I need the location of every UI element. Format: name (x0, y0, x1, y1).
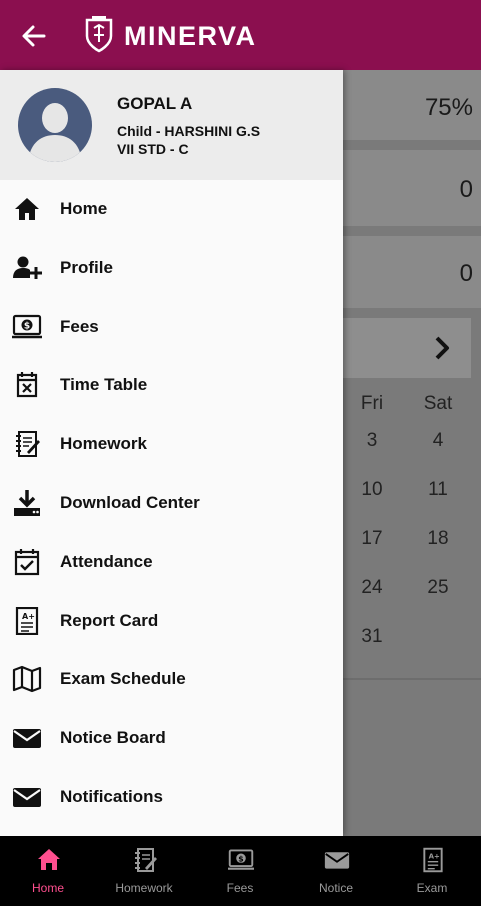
dollar-screen-icon: $ (12, 314, 42, 338)
homework-icon (16, 431, 40, 458)
calendar-day[interactable]: 10 (352, 479, 392, 501)
menu-item-label: Profile (60, 257, 113, 277)
calendar-day[interactable]: 31 (352, 626, 392, 648)
menu-item-home[interactable]: Home (0, 180, 343, 239)
calendar-day[interactable]: 25 (418, 577, 458, 599)
nav-label: Exam (416, 881, 448, 895)
calendar-day[interactable]: 18 (418, 528, 458, 550)
calendar-day[interactable]: 4 (418, 430, 458, 452)
stat-value: 0 (459, 176, 473, 203)
dollar-screen-icon: $ (228, 849, 254, 870)
report-card-icon: A+ (423, 847, 443, 873)
menu-item-label: Homework (60, 434, 147, 454)
calendar-day[interactable]: 3 (352, 430, 392, 452)
nav-label: Fees (226, 881, 254, 895)
stat-card: 0 (343, 236, 481, 308)
app-title: MINERVA (124, 21, 257, 51)
menu-item-label: Report Card (60, 610, 159, 630)
menu-item-label: Home (60, 199, 108, 218)
envelope-icon (13, 729, 41, 749)
stat-card: 0 (343, 150, 481, 226)
menu-item-label: Attendance (60, 551, 153, 571)
chevron-right-icon[interactable] (430, 333, 454, 363)
menu-item-label: Notifications (60, 786, 163, 806)
menu-item-download-center[interactable]: Download Center (0, 474, 343, 533)
profile-header[interactable]: GOPAL A Child - HARSHINI G.S VII STD - C (0, 70, 343, 180)
homework-icon (135, 848, 157, 872)
menu-item-notifications[interactable]: Notifications (0, 768, 343, 827)
menu-item-exam-schedule[interactable]: Exam Schedule (0, 650, 343, 709)
class-label: VII STD - C (117, 141, 189, 157)
app-header: MINERVA (0, 0, 481, 70)
drawer-menu: Home Profile $ Fees Time Table Homework … (0, 180, 343, 827)
calendar-day[interactable]: 24 (352, 577, 392, 599)
envelope-icon (13, 787, 41, 807)
nav-home[interactable]: Home (0, 836, 96, 906)
back-button[interactable] (18, 20, 50, 52)
menu-item-notice-board[interactable]: Notice Board (0, 709, 343, 768)
menu-item-label: Notice Board (60, 728, 166, 748)
nav-notice[interactable]: Notice (288, 836, 384, 906)
calendar-check-icon (14, 548, 40, 575)
calendar-day[interactable]: 11 (418, 479, 458, 501)
avatar (18, 88, 92, 162)
calendar-x-icon (16, 372, 38, 398)
nav-homework[interactable]: Homework (96, 836, 192, 906)
menu-item-homework[interactable]: Homework (0, 415, 343, 474)
arrow-left-icon (22, 25, 46, 47)
home-icon (15, 198, 39, 220)
svg-text:A+: A+ (429, 852, 440, 860)
user-avatar-icon (28, 103, 82, 162)
nav-label: Notice (318, 881, 353, 895)
calendar-day[interactable]: 17 (352, 528, 392, 550)
menu-item-profile[interactable]: Profile (0, 239, 343, 298)
menu-item-report-card[interactable]: A+ Report Card (0, 592, 343, 651)
menu-item-label: Download Center (60, 492, 200, 512)
menu-item-attendance[interactable]: Attendance (0, 533, 343, 592)
stat-card: 75% (343, 70, 481, 140)
menu-item-time-table[interactable]: Time Table (0, 356, 343, 415)
user-name: GOPAL A (117, 94, 193, 113)
stat-value: 0 (459, 260, 473, 287)
svg-text:A+: A+ (22, 612, 35, 621)
add-user-icon (13, 256, 42, 279)
menu-item-label: Fees (60, 316, 99, 336)
nav-label: Homework (115, 881, 173, 895)
map-icon (12, 666, 42, 693)
menu-item-label: Time Table (60, 375, 148, 395)
child-name: Child - HARSHINI G.S (117, 123, 261, 139)
nav-exam[interactable]: A+ Exam (384, 836, 480, 906)
home-icon (38, 849, 60, 870)
weekday-label: Sat (423, 393, 453, 414)
menu-item-fees[interactable]: $ Fees (0, 298, 343, 357)
svg-text:$: $ (238, 854, 243, 863)
minerva-crest-icon (85, 16, 113, 53)
nav-label: Home (31, 881, 64, 895)
menu-item-label: Exam Schedule (60, 669, 186, 689)
divider (343, 678, 481, 680)
weekday-label: Fri (360, 393, 384, 414)
envelope-icon (324, 852, 350, 869)
navigation-drawer: GOPAL A Child - HARSHINI G.S VII STD - C… (0, 70, 343, 836)
download-icon (14, 489, 40, 516)
nav-fees[interactable]: $ Fees (192, 836, 288, 906)
stat-value: 75% (424, 94, 473, 121)
report-card-icon: A+ (15, 606, 39, 635)
bottom-navigation: Home Homework $ Fees Notice A+ Exam (0, 836, 481, 906)
svg-text:$: $ (24, 321, 30, 331)
